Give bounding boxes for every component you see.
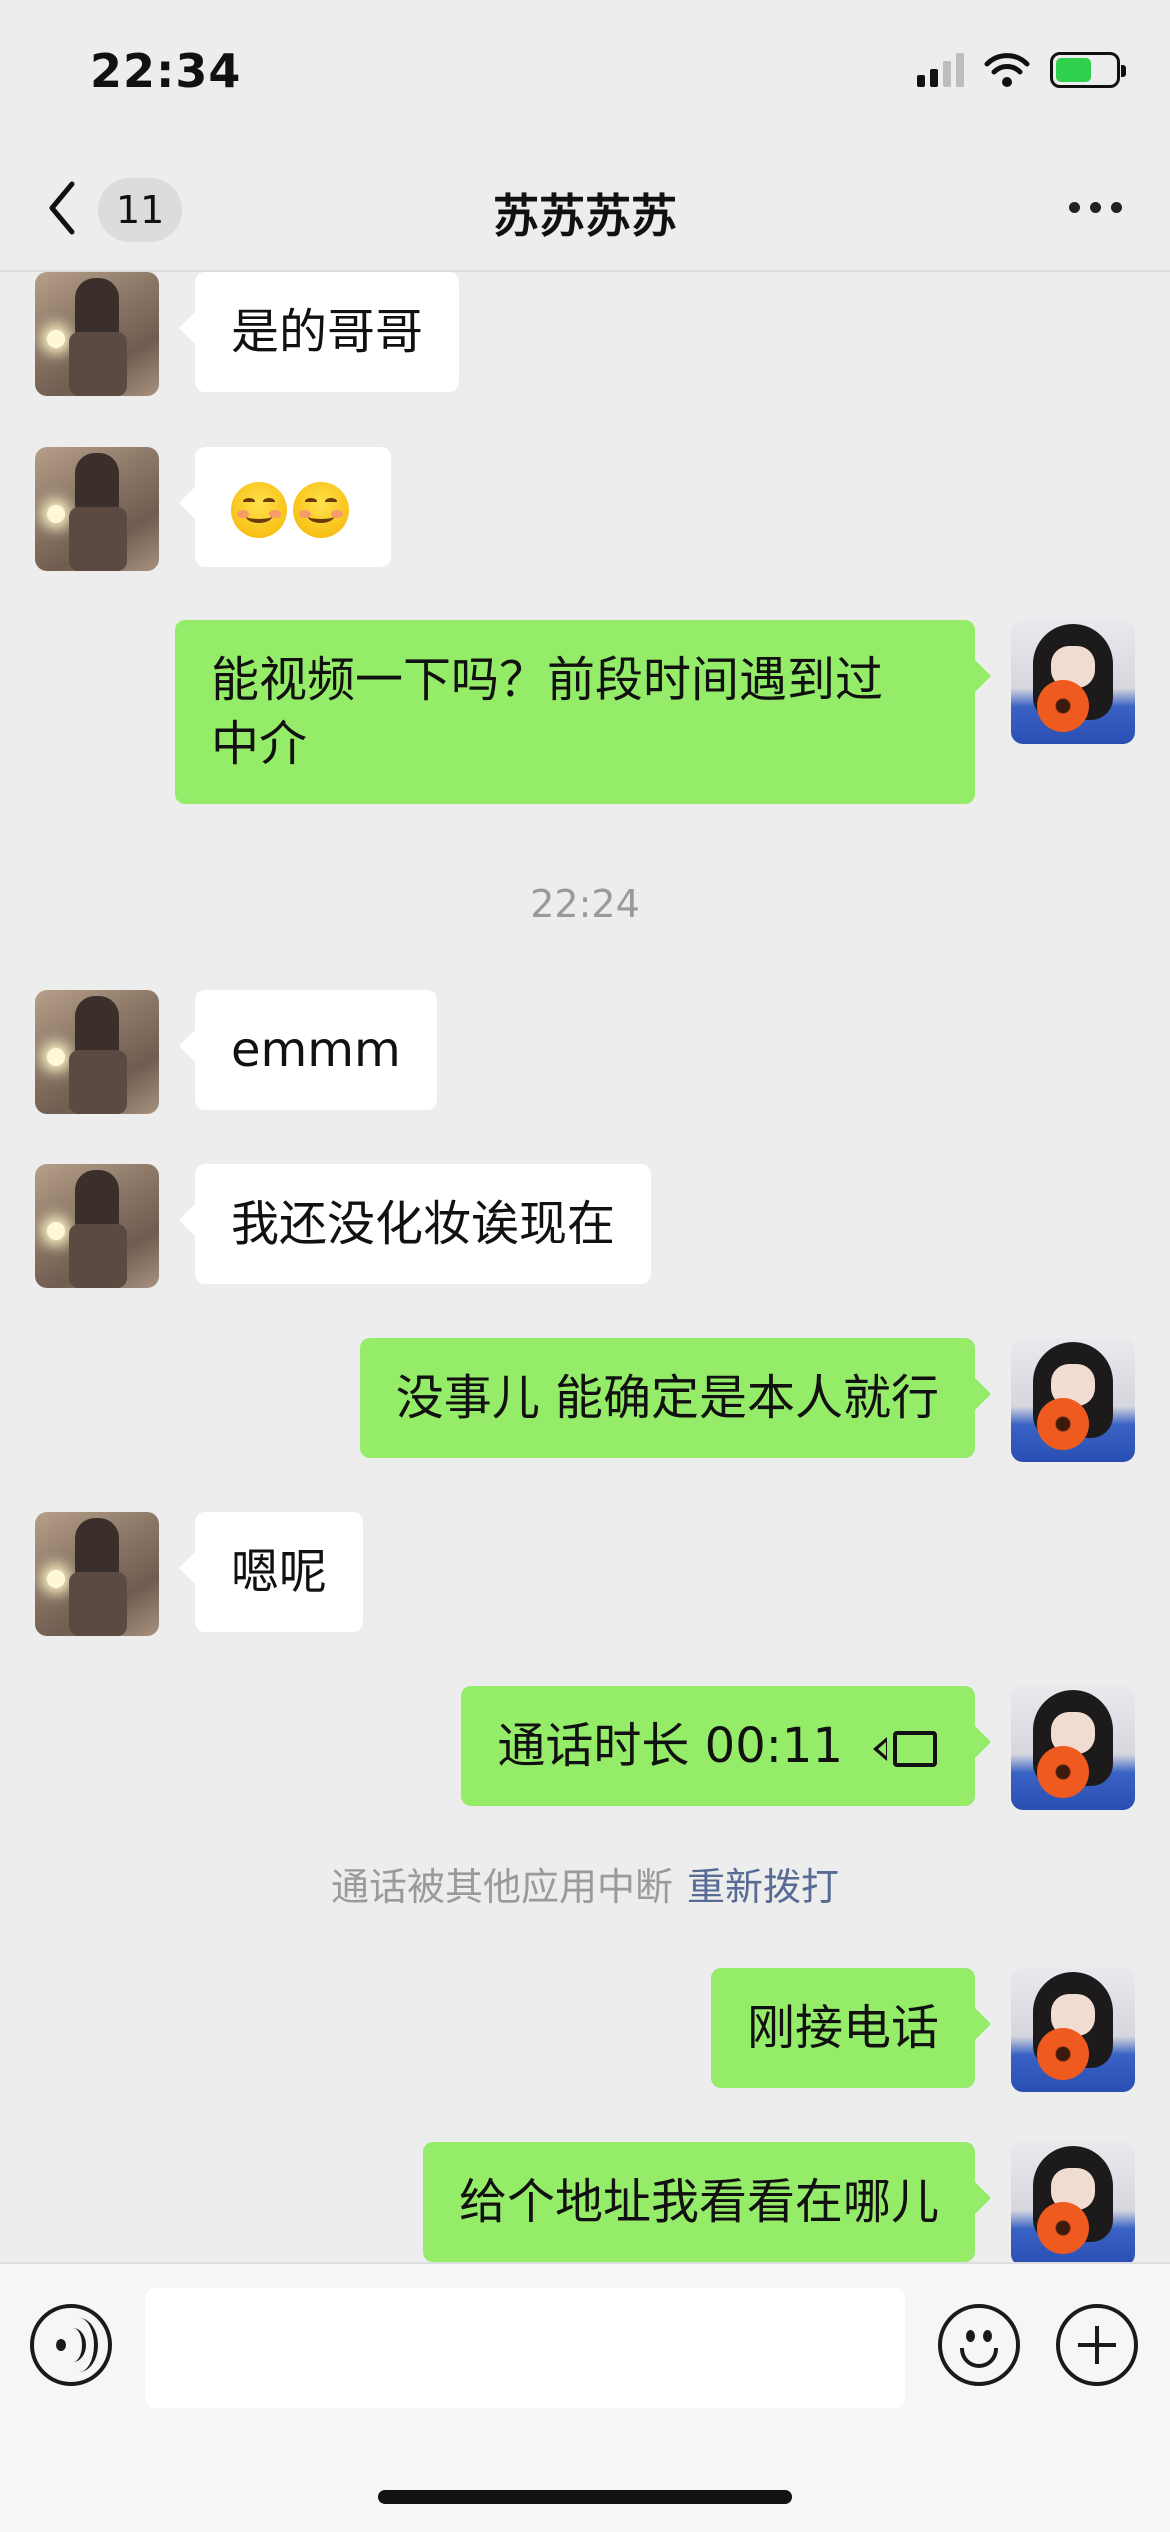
message-bubble-outgoing[interactable]: 给个地址我看看在哪儿 [422, 2142, 992, 2262]
call-record-bubble[interactable]: 通话时长 00:11 [461, 1686, 991, 1806]
system-notice: 通话被其他应用中断 重新拨打 [0, 1856, 1170, 1911]
video-call-icon [873, 1729, 939, 1769]
contact-avatar[interactable] [35, 272, 159, 396]
home-indicator[interactable] [378, 2490, 792, 2504]
message-text-line: 中介 [211, 716, 308, 772]
emoji-icon [966, 2330, 975, 2342]
smiling-face-icon [231, 482, 287, 538]
message-bubble-incoming[interactable]: 嗯呢 [178, 1512, 364, 1632]
contact-avatar[interactable] [35, 1164, 159, 1288]
message-bubble-incoming[interactable]: 我还没化妆诶现在 [178, 1164, 652, 1284]
call-duration-text: 通话时长 00:11 [497, 1718, 843, 1774]
message-input[interactable] [145, 2288, 905, 2408]
message-bubble-outgoing[interactable]: 刚接电话 [710, 1968, 992, 2088]
message-bubble-incoming[interactable]: emmm [179, 990, 437, 1110]
chat-title: 苏苏苏苏 [493, 189, 677, 243]
chat-message-list[interactable]: 是的哥哥 能视频一下吗？前段时间遇到过 中介 22:24 emmm 我还没化妆诶… [0, 272, 1170, 2262]
user-avatar[interactable] [1011, 620, 1135, 744]
wifi-icon [984, 53, 1030, 87]
smiling-face-icon [293, 482, 349, 538]
emoji-button[interactable] [938, 2304, 1020, 2386]
user-avatar[interactable] [1011, 2142, 1135, 2262]
system-notice-text: 通话被其他应用中断 [330, 1865, 673, 1909]
message-bubble-outgoing[interactable]: 能视频一下吗？前段时间遇到过 中介 [175, 620, 991, 804]
user-avatar[interactable] [1011, 1338, 1135, 1462]
status-time: 22:34 [90, 44, 242, 98]
cellular-signal-icon [917, 53, 964, 87]
redial-link[interactable]: 重新拨打 [687, 1865, 839, 1909]
chat-timestamp: 22:24 [530, 882, 640, 926]
message-bubble-outgoing[interactable]: 没事儿 能确定是本人就行 [359, 1338, 992, 1458]
contact-avatar[interactable] [35, 1512, 159, 1636]
contact-avatar[interactable] [35, 447, 159, 571]
voice-input-button[interactable] [30, 2304, 112, 2386]
message-bubble-incoming[interactable]: 是的哥哥 [178, 272, 460, 392]
user-avatar[interactable] [1011, 1968, 1135, 2092]
nav-bar: 11 苏苏苏苏 [0, 150, 1170, 272]
message-bubble-incoming[interactable] [179, 447, 391, 567]
more-functions-button[interactable] [1056, 2304, 1138, 2386]
more-options-icon[interactable] [1069, 202, 1122, 213]
contact-avatar[interactable] [35, 990, 159, 1114]
status-bar: 22:34 [0, 0, 1170, 150]
message-text-line: 能视频一下吗？前段时间遇到过 [211, 652, 884, 708]
status-icons [917, 52, 1126, 88]
user-avatar[interactable] [1011, 1686, 1135, 1810]
battery-icon [1050, 52, 1126, 88]
